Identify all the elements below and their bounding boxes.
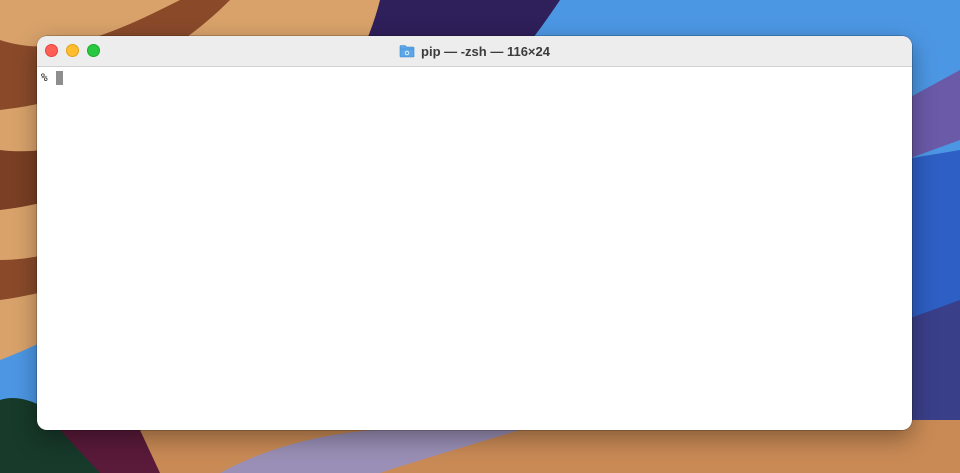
- terminal-window: pip — -zsh — 116×24 %: [37, 36, 912, 430]
- window-titlebar[interactable]: pip — -zsh — 116×24: [37, 36, 912, 67]
- folder-icon: [399, 44, 415, 58]
- terminal-line: %: [41, 70, 908, 85]
- shell-prompt: %: [41, 71, 48, 84]
- window-title-text: pip — -zsh — 116×24: [421, 43, 550, 59]
- text-cursor: [55, 70, 63, 85]
- window-title: pip — -zsh — 116×24: [37, 36, 912, 66]
- terminal-content[interactable]: %: [37, 67, 912, 430]
